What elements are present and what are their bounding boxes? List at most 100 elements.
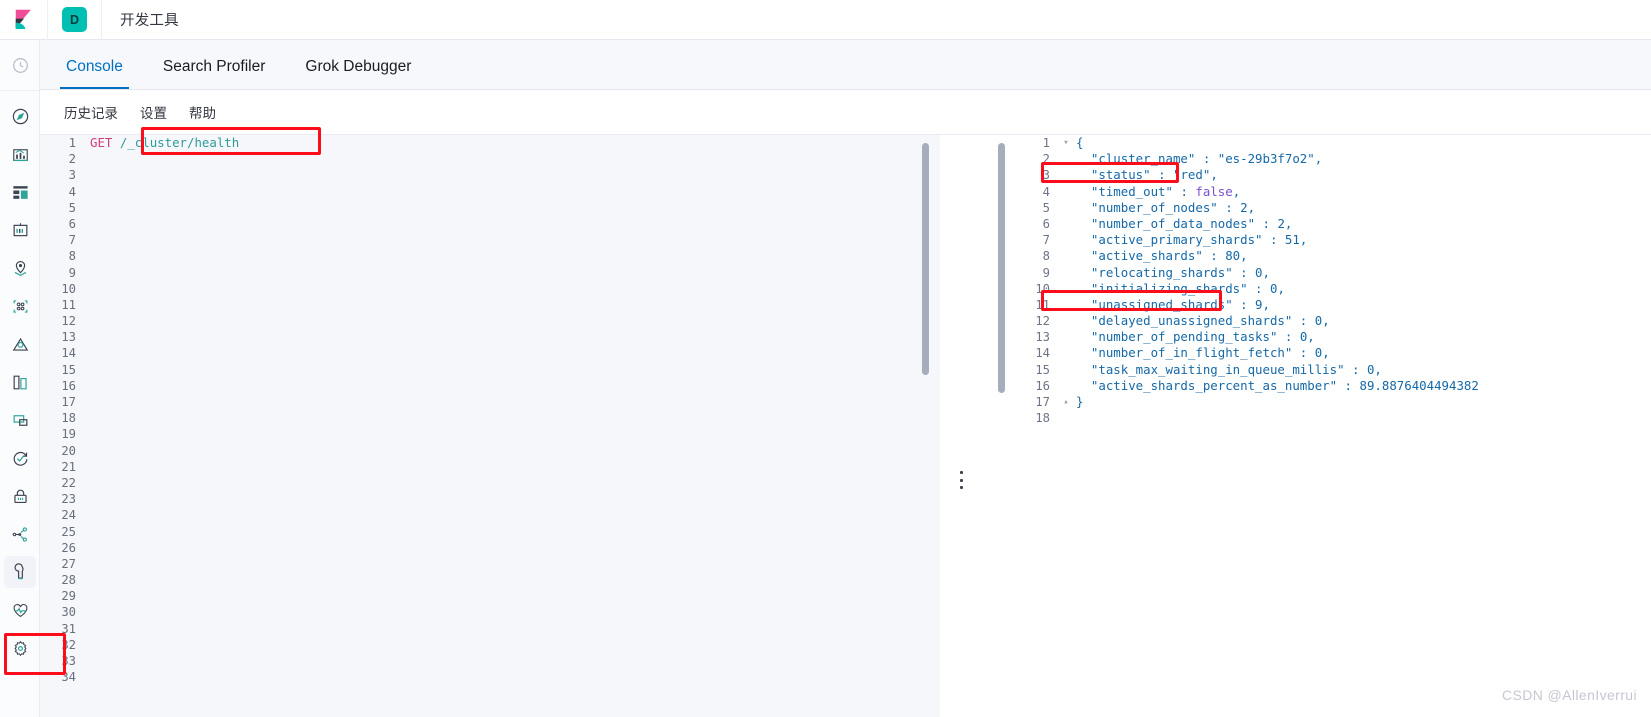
canvas-icon [11, 221, 30, 240]
code-token: : [1337, 378, 1359, 393]
code-text [86, 653, 90, 669]
request-editor[interactable]: 1GET /_cluster/health2345678910111213141… [40, 134, 940, 717]
fold-toggle-icon[interactable]: ▾ [1060, 135, 1072, 151]
response-editor[interactable]: 1▾{2 "cluster_name" : "es-29b3f7o2",3 "s… [988, 134, 1651, 717]
handle-dot [960, 471, 963, 474]
pane-divider[interactable] [940, 134, 988, 717]
code-token: } [1076, 394, 1083, 409]
code-token: , [1263, 297, 1270, 312]
code-line: 13 "number_of_pending_tasks" : 0, [1014, 329, 1651, 345]
fold-toggle-icon [1060, 151, 1072, 167]
pane-resize-handle[interactable] [960, 471, 964, 489]
code-token: "number_of_data_nodes" [1076, 216, 1255, 231]
code-line: 11 "unassigned_shards" : 9, [1014, 297, 1651, 313]
tab-console[interactable]: Console [64, 58, 125, 89]
sidebar-item-dev-tools[interactable] [0, 553, 40, 591]
sidebar-item-uptime[interactable] [0, 439, 40, 477]
code-text [86, 491, 90, 507]
fold-toggle-icon [1060, 167, 1072, 183]
line-number: 10 [40, 281, 86, 297]
sidebar-item-canvas[interactable] [0, 211, 40, 249]
code-line: 24 [40, 507, 940, 523]
fold-toggle-icon[interactable]: ▴ [1060, 394, 1072, 410]
code-token: 51 [1285, 232, 1300, 247]
line-number: 3 [1014, 167, 1060, 183]
code-token: , [1322, 345, 1329, 360]
compass-icon [11, 107, 30, 126]
sidebar-item-management[interactable] [0, 629, 40, 667]
sidebar-item-graph[interactable] [0, 287, 40, 325]
code-token: , [1285, 216, 1292, 231]
code-text: "delayed_unassigned_shards" : 0, [1072, 313, 1330, 329]
graph-nodes-icon [11, 297, 30, 316]
tab-grok-debugger[interactable]: Grok Debugger [303, 58, 413, 89]
code-text [86, 167, 90, 183]
sidebar-item-logs[interactable] [0, 401, 40, 439]
sidebar-item-monitoring[interactable] [0, 591, 40, 629]
code-line: 18 [1014, 410, 1651, 426]
sidebar-item-machine-learning[interactable] [0, 325, 40, 363]
tab-search-profiler[interactable]: Search Profiler [161, 58, 268, 89]
global-header: D 开发工具 [0, 0, 1651, 40]
code-text: "unassigned_shards" : 9, [1072, 297, 1270, 313]
code-token: false [1195, 184, 1232, 199]
request-scrollbar-thumb[interactable] [922, 143, 929, 375]
code-text [86, 604, 90, 620]
code-token: "active_shards" [1076, 248, 1203, 263]
sidebar-item-recently-viewed[interactable] [0, 46, 40, 84]
code-token: 80 [1225, 248, 1240, 263]
sidebar-item-discover[interactable] [0, 97, 40, 135]
line-number: 10 [1014, 281, 1060, 297]
code-line: 31 [40, 621, 940, 637]
kibana-logo-button[interactable] [0, 0, 48, 40]
request-code-area[interactable]: 1GET /_cluster/health2345678910111213141… [40, 135, 940, 717]
line-number: 34 [40, 669, 86, 685]
code-text [86, 572, 90, 588]
code-text [86, 475, 90, 491]
code-token: , [1233, 184, 1240, 199]
code-text: "number_of_nodes" : 2, [1072, 200, 1255, 216]
code-line: 20 [40, 443, 940, 459]
line-number: 14 [1014, 345, 1060, 361]
line-number: 2 [1014, 151, 1060, 167]
sidebar-item-siem[interactable] [0, 477, 40, 515]
sidebar-item-apm[interactable] [0, 515, 40, 553]
code-line: 10 "initializing_shards" : 0, [1014, 281, 1651, 297]
code-line: 25 [40, 524, 940, 540]
settings-link[interactable]: 设置 [140, 102, 167, 122]
line-number: 8 [1014, 248, 1060, 264]
sidebar-item-dashboard[interactable] [0, 173, 40, 211]
line-number: 29 [40, 588, 86, 604]
code-line: 23 [40, 491, 940, 507]
sidebar-item-visualize[interactable] [0, 135, 40, 173]
response-code-area[interactable]: 1▾{2 "cluster_name" : "es-29b3f7o2",3 "s… [1014, 135, 1651, 717]
code-line: 11 [40, 297, 940, 313]
code-text: "timed_out" : false, [1072, 184, 1240, 200]
code-line: 5 [40, 200, 940, 216]
history-link[interactable]: 历史记录 [64, 102, 118, 122]
code-token: : [1255, 216, 1277, 231]
code-text [86, 378, 90, 394]
code-text [86, 394, 90, 410]
breadcrumb[interactable]: 开发工具 [102, 9, 179, 30]
code-line: 19 [40, 426, 940, 442]
sidebar-item-maps[interactable] [0, 249, 40, 287]
code-text [86, 329, 90, 345]
line-number: 20 [40, 443, 86, 459]
code-text [1072, 410, 1076, 426]
code-line: 18 [40, 410, 940, 426]
line-number: 27 [40, 556, 86, 572]
fold-toggle-icon [1060, 281, 1072, 297]
code-text [86, 459, 90, 475]
clock-icon [11, 56, 30, 75]
gear-icon [11, 639, 30, 658]
code-token: , [1300, 232, 1307, 247]
code-token: "active_shards_percent_as_number" [1076, 378, 1337, 393]
help-link[interactable]: 帮助 [189, 102, 216, 122]
handle-dot [960, 486, 963, 489]
response-scrollbar-thumb[interactable] [998, 143, 1005, 393]
line-number: 2 [40, 151, 86, 167]
sidebar-item-infrastructure[interactable] [0, 363, 40, 401]
kibana-logo-icon [13, 9, 35, 31]
code-token: : [1345, 362, 1367, 377]
